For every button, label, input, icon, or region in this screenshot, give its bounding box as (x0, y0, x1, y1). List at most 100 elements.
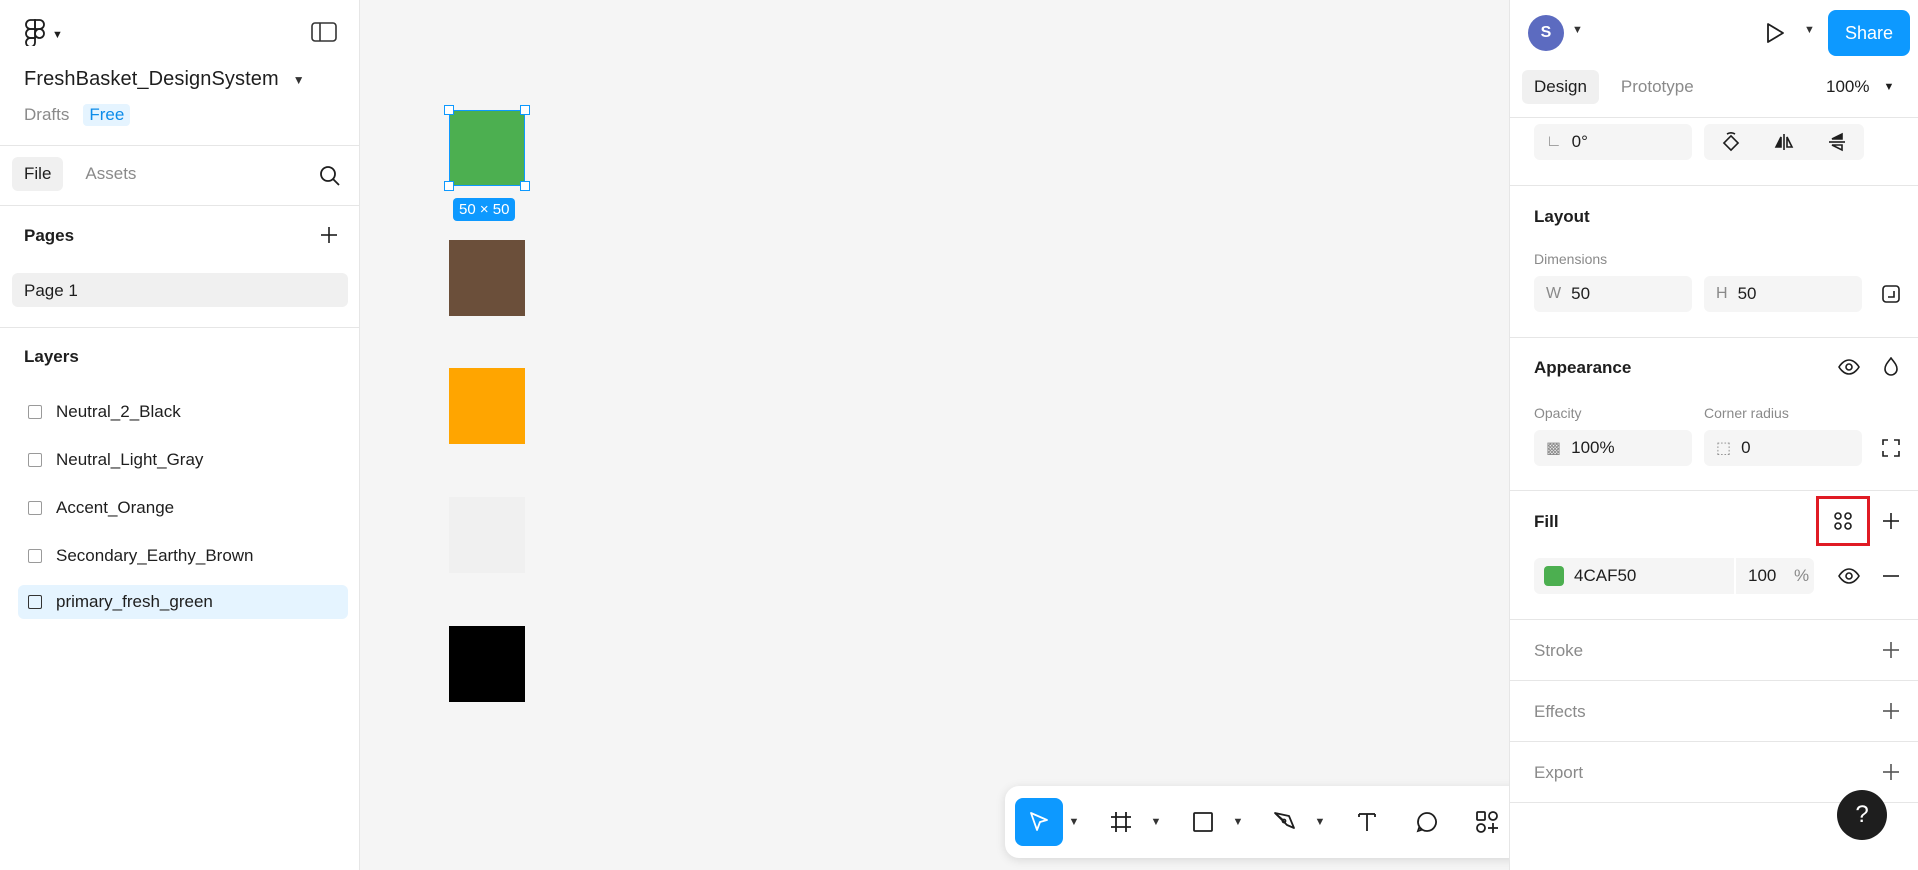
corner-radius-label: Corner radius (1704, 405, 1789, 421)
swatch-secondary-earthy-brown[interactable] (449, 240, 525, 316)
divider (1510, 185, 1918, 186)
divider (0, 205, 360, 206)
zoom-value: 100% (1826, 77, 1870, 96)
present-button[interactable] (1760, 18, 1790, 48)
avatar[interactable]: S (1528, 15, 1564, 51)
eye-icon[interactable] (1836, 354, 1862, 380)
canvas[interactable]: 50 × 50 ▼ ▼ ▼ ▼ (361, 0, 1637, 870)
rectangle-tool[interactable] (1179, 798, 1227, 846)
fill-opacity-value[interactable]: 100 (1748, 566, 1784, 586)
breadcrumb: Drafts Free (24, 104, 131, 126)
appearance-heading: Appearance (1534, 358, 1632, 377)
width-prefix: W (1546, 285, 1562, 302)
rectangle-icon (28, 595, 42, 609)
plan-badge[interactable]: Free (83, 104, 131, 126)
zoom-dropdown[interactable]: 100% ▼ (1826, 77, 1894, 97)
resize-handle[interactable] (444, 181, 454, 191)
remove-fill-icon[interactable] (1878, 563, 1904, 589)
chevron-down-icon: ▼ (292, 72, 305, 87)
corner-radius-icon: ⬚ (1716, 440, 1732, 457)
layer-item[interactable]: Neutral_Light_Gray (18, 443, 348, 477)
divider (1510, 619, 1918, 620)
frame-tool[interactable] (1097, 798, 1145, 846)
page-item[interactable]: Page 1 (12, 273, 348, 307)
tab-file[interactable]: File (12, 157, 64, 191)
main-menu-button[interactable]: ▼ (24, 18, 63, 51)
fill-heading: Fill (1534, 512, 1559, 531)
divider (1510, 490, 1918, 491)
chevron-down-icon[interactable]: ▼ (1227, 798, 1249, 846)
rotate-icon[interactable] (1704, 124, 1757, 160)
rotation-value: 0° (1571, 132, 1588, 151)
flip-horizontal-icon[interactable] (1757, 124, 1810, 160)
rectangle-icon (28, 549, 42, 563)
resize-handle[interactable] (520, 105, 530, 115)
stroke-heading: Stroke (1534, 641, 1584, 660)
add-page-icon[interactable] (316, 222, 342, 248)
add-stroke-icon[interactable] (1878, 637, 1904, 663)
actions-tool[interactable] (1463, 798, 1511, 846)
layer-item[interactable]: Neutral_2_Black (18, 395, 348, 429)
resize-handle[interactable] (444, 105, 454, 115)
comment-tool[interactable] (1403, 798, 1451, 846)
layout-heading: Layout (1534, 207, 1590, 226)
add-export-icon[interactable] (1878, 759, 1904, 785)
selection-frame[interactable] (449, 110, 525, 186)
help-button[interactable]: ? (1837, 790, 1887, 840)
fill-color-chip[interactable] (1544, 566, 1564, 586)
fill-row[interactable]: 4CAF50 100 % (1534, 558, 1814, 594)
tab-assets[interactable]: Assets (73, 157, 148, 191)
opacity-field[interactable]: ▩ 100% (1534, 430, 1692, 466)
rectangle-icon (28, 405, 42, 419)
corner-radius-field[interactable]: ⬚ 0 (1704, 430, 1862, 466)
rectangle-icon (28, 501, 42, 515)
layer-item-selected[interactable]: primary_fresh_green (18, 585, 348, 619)
add-effect-icon[interactable] (1878, 698, 1904, 724)
resize-constraints-icon[interactable] (1878, 281, 1904, 307)
layer-item[interactable]: Accent_Orange (18, 491, 348, 525)
chevron-down-icon[interactable]: ▼ (1145, 798, 1167, 846)
right-tabs: Design Prototype (1522, 70, 1706, 104)
fill-hex-value[interactable]: 4CAF50 (1574, 566, 1734, 586)
file-name-button[interactable]: FreshBasket_DesignSystem ▼ (24, 68, 305, 91)
droplet-icon[interactable] (1878, 354, 1904, 380)
chevron-down-icon[interactable]: ▼ (1063, 798, 1085, 846)
swatch-accent-orange[interactable] (449, 368, 525, 444)
rotation-field[interactable]: ∟ 0° (1534, 124, 1692, 160)
opacity-value: 100% (1571, 438, 1615, 457)
text-tool[interactable] (1343, 798, 1391, 846)
file-name: FreshBasket_DesignSystem (24, 68, 279, 90)
opacity-label: Opacity (1534, 405, 1582, 421)
share-button[interactable]: Share (1828, 10, 1910, 56)
divider (1510, 680, 1918, 681)
chevron-down-icon[interactable]: ▼ (1309, 798, 1331, 846)
swatch-neutral-light-gray[interactable] (449, 497, 525, 573)
figma-logo-icon (24, 18, 46, 51)
height-field[interactable]: H 50 (1704, 276, 1862, 312)
opacity-icon: ▩ (1546, 440, 1562, 457)
width-field[interactable]: W 50 (1534, 276, 1692, 312)
divider (1510, 117, 1918, 118)
drafts-link[interactable]: Drafts (24, 105, 69, 125)
independent-corners-icon[interactable] (1878, 435, 1904, 461)
text-icon (1358, 813, 1376, 831)
divider (1510, 741, 1918, 742)
tab-prototype[interactable]: Prototype (1609, 70, 1706, 104)
add-fill-icon[interactable] (1878, 508, 1904, 534)
layer-label: primary_fresh_green (56, 592, 213, 611)
resize-handle[interactable] (520, 181, 530, 191)
shapes-icon (1476, 811, 1498, 833)
eye-icon[interactable] (1836, 563, 1862, 589)
swatch-neutral-black[interactable] (449, 626, 525, 702)
layer-label: Secondary_Earthy_Brown (56, 546, 254, 565)
toggle-sidebar-button[interactable] (310, 20, 338, 44)
layer-item[interactable]: Secondary_Earthy_Brown (18, 539, 348, 573)
pen-tool[interactable] (1261, 798, 1309, 846)
chevron-down-icon[interactable]: ▼ (1804, 24, 1815, 36)
search-icon[interactable] (316, 162, 344, 190)
tab-design[interactable]: Design (1522, 70, 1599, 104)
frame-icon (1111, 812, 1131, 832)
flip-vertical-icon[interactable] (1811, 124, 1864, 160)
chevron-down-icon[interactable]: ▼ (1572, 24, 1583, 36)
move-tool[interactable] (1015, 798, 1063, 846)
